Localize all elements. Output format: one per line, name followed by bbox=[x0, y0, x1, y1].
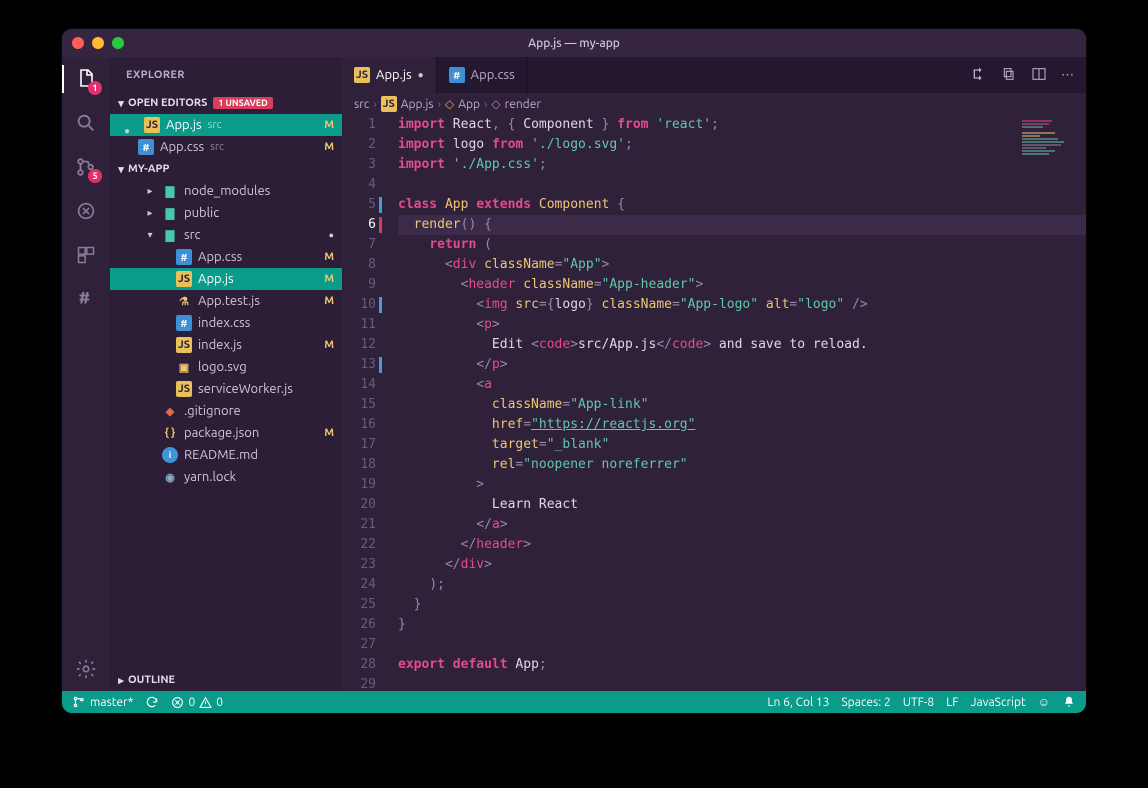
sidebar: EXPLORER ▾ OPEN EDITORS 1 UNSAVED JSApp.… bbox=[110, 57, 342, 691]
files-icon[interactable]: 1 bbox=[72, 65, 100, 93]
split-editor-icon[interactable] bbox=[1031, 66, 1047, 85]
minimap[interactable] bbox=[1022, 119, 1082, 209]
tree-item[interactable]: ◆.gitignore bbox=[110, 400, 342, 422]
tree-item[interactable]: JSApp.jsM bbox=[110, 268, 342, 290]
copy-icon[interactable] bbox=[1001, 66, 1017, 85]
tree-item[interactable]: ▣logo.svg bbox=[110, 356, 342, 378]
js-icon: JS bbox=[381, 96, 397, 112]
breadcrumb[interactable]: src › JS App.js › ◇ App › ◇ render bbox=[342, 93, 1086, 115]
maximize-window-button[interactable] bbox=[112, 37, 124, 49]
gear-icon[interactable] bbox=[72, 655, 100, 683]
tree-item[interactable]: { }package.jsonM bbox=[110, 422, 342, 444]
window-title: App.js — my-app bbox=[62, 37, 1086, 50]
tree-item[interactable]: #index.css bbox=[110, 312, 342, 334]
tree-item[interactable]: ◉yarn.lock bbox=[110, 466, 342, 488]
code-editor[interactable]: 1234567891011121314151617181920212223242… bbox=[342, 115, 1086, 691]
chevron-right-icon: ▸ bbox=[114, 674, 128, 687]
open-editor-item[interactable]: #App.csssrcM bbox=[110, 136, 342, 158]
problems[interactable]: 0 0 bbox=[171, 696, 223, 709]
feedback-icon[interactable]: ☺ bbox=[1038, 695, 1050, 709]
tree-item[interactable]: ▸▇node_modules bbox=[110, 180, 342, 202]
chevron-down-icon: ▾ bbox=[114, 163, 128, 176]
tree-item[interactable]: ⚗App.test.jsM bbox=[110, 290, 342, 312]
svg-text:#: # bbox=[79, 290, 91, 308]
breadcrumb-part[interactable]: App.js bbox=[401, 98, 434, 111]
unsaved-pill: 1 UNSAVED bbox=[213, 97, 272, 109]
search-icon[interactable] bbox=[72, 109, 100, 137]
scm-badge: 5 bbox=[88, 169, 102, 183]
titlebar: App.js — my-app bbox=[62, 29, 1086, 57]
minimize-window-button[interactable] bbox=[92, 37, 104, 49]
breadcrumb-part[interactable]: src bbox=[354, 98, 369, 111]
extensions-icon[interactable] bbox=[72, 241, 100, 269]
language-mode[interactable]: JavaScript bbox=[971, 696, 1026, 709]
breadcrumb-part[interactable]: render bbox=[505, 98, 541, 111]
open-editors-section[interactable]: ▾ OPEN EDITORS 1 UNSAVED bbox=[110, 92, 342, 114]
project-section[interactable]: ▾ MY-APP bbox=[110, 158, 342, 180]
editor-tab[interactable]: JSApp.js● bbox=[342, 57, 437, 93]
tree-item[interactable]: JSserviceWorker.js bbox=[110, 378, 342, 400]
outline-section[interactable]: ▸ OUTLINE bbox=[110, 669, 342, 691]
vscode-window: App.js — my-app 1 5 # bbox=[62, 29, 1086, 713]
editor-group: JSApp.js●#App.css ⋯ src › JS bbox=[342, 57, 1086, 691]
line-gutter: 1234567891011121314151617181920212223242… bbox=[342, 115, 386, 691]
breadcrumb-part[interactable]: App bbox=[458, 98, 480, 111]
eol[interactable]: LF bbox=[946, 696, 958, 709]
tree-item[interactable]: ▸▇public bbox=[110, 202, 342, 224]
indentation[interactable]: Spaces: 2 bbox=[841, 696, 890, 709]
bell-icon[interactable] bbox=[1062, 695, 1076, 709]
puzzle-icon[interactable]: # bbox=[72, 285, 100, 313]
code-content[interactable]: import React, { Component } from 'react'… bbox=[386, 115, 1086, 691]
files-badge: 1 bbox=[88, 81, 102, 95]
tree-item[interactable]: iREADME.md bbox=[110, 444, 342, 466]
tab-bar: JSApp.js●#App.css ⋯ bbox=[342, 57, 1086, 93]
compare-icon[interactable] bbox=[971, 66, 987, 85]
sidebar-title: EXPLORER bbox=[110, 57, 342, 92]
sync-icon[interactable] bbox=[145, 695, 159, 709]
tree-item[interactable]: ▾▇src● bbox=[110, 224, 342, 246]
debug-icon[interactable] bbox=[72, 197, 100, 225]
close-window-button[interactable] bbox=[72, 37, 84, 49]
more-icon[interactable]: ⋯ bbox=[1061, 68, 1074, 83]
open-editor-item[interactable]: JSApp.jssrcM bbox=[110, 114, 342, 136]
status-bar: master* 0 0 Ln 6, Col 13 Spaces: 2 UTF-8… bbox=[62, 691, 1086, 713]
tree-item[interactable]: #App.cssM bbox=[110, 246, 342, 268]
chevron-down-icon: ▾ bbox=[114, 97, 128, 110]
cursor-position[interactable]: Ln 6, Col 13 bbox=[767, 696, 829, 709]
editor-tab[interactable]: #App.css bbox=[437, 57, 528, 93]
encoding[interactable]: UTF-8 bbox=[903, 696, 934, 709]
git-branch[interactable]: master* bbox=[72, 695, 133, 709]
tree-item[interactable]: JSindex.jsM bbox=[110, 334, 342, 356]
scm-icon[interactable]: 5 bbox=[72, 153, 100, 181]
activity-bar: 1 5 # bbox=[62, 57, 110, 691]
